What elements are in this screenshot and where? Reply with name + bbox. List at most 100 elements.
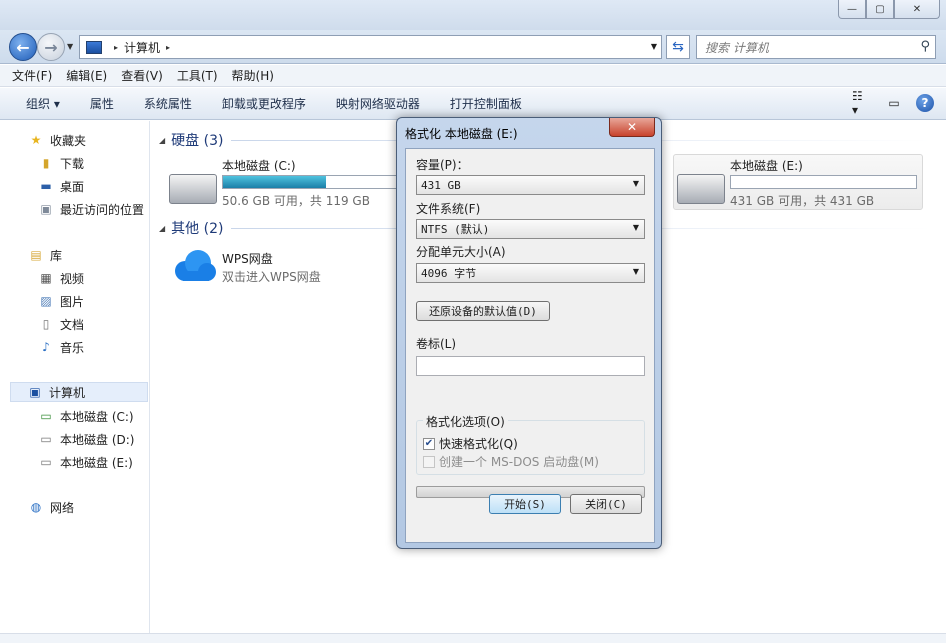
start-button[interactable]: 开始(S): [489, 494, 561, 514]
restore-defaults-button[interactable]: 还原设备的默认值(D): [416, 301, 550, 321]
sidebar-item-favorites[interactable]: ★ 收藏夹: [28, 130, 86, 150]
sidebar-item-computer[interactable]: ▣ 计算机: [10, 382, 148, 402]
breadcrumb-computer[interactable]: 计算机: [124, 39, 160, 56]
sidebar-item-music[interactable]: ♪ 音乐: [38, 337, 84, 357]
sidebar-item-label: 本地磁盘 (E:): [60, 455, 133, 470]
refresh-button[interactable]: ⇆: [666, 35, 690, 59]
sidebar-item-label: 图片: [60, 294, 85, 309]
group-title: 其他 (2): [171, 221, 224, 237]
sidebar-item-downloads[interactable]: ▮ 下载: [38, 153, 84, 173]
drive-icon[interactable]: [677, 174, 725, 204]
menu-tools[interactable]: 工具(T): [177, 67, 218, 84]
allocation-unit-value: 4096 字节: [421, 267, 477, 280]
organize-button[interactable]: 组织 ▾: [26, 95, 60, 112]
drive-c-info: 50.6 GB 可用，共 119 GB: [222, 194, 370, 208]
quick-format-checkbox[interactable]: ✔ 快速格式化(Q): [423, 435, 518, 452]
open-control-panel-button[interactable]: 打开控制面板: [450, 95, 522, 112]
back-button[interactable]: ←: [9, 33, 37, 61]
capacity-value: 431 GB: [421, 178, 461, 192]
picture-icon: ▨: [40, 294, 52, 308]
file-system-label: 文件系统(F): [416, 202, 481, 216]
drive-e-usage-bar: [730, 175, 917, 189]
network-icon: ◍: [30, 500, 42, 514]
sidebar-item-label: 视频: [60, 271, 85, 286]
sidebar-item-libraries[interactable]: ▤ 库: [28, 245, 62, 265]
address-toolbar: ← → ▼ ▸ 计算机 ▸ ▼ ⇆ 搜索 计算机 ⚲: [0, 30, 946, 64]
minimize-button[interactable]: —: [838, 0, 866, 19]
sidebar-item-videos[interactable]: ▦ 视频: [38, 268, 84, 288]
menu-view[interactable]: 查看(V): [121, 67, 163, 84]
properties-button[interactable]: 属性: [90, 95, 114, 112]
collapse-triangle-icon[interactable]: ◢: [159, 224, 165, 233]
download-folder-icon: ▮: [42, 156, 50, 170]
system-drive-icon[interactable]: [169, 174, 217, 204]
menu-help[interactable]: 帮助(H): [232, 67, 274, 84]
drive-e-info: 431 GB 可用，共 431 GB: [730, 194, 875, 208]
sidebar-item-network[interactable]: ◍ 网络: [28, 497, 74, 517]
help-icon[interactable]: ?: [916, 94, 934, 112]
sidebar-item-desktop[interactable]: ▬ 桌面: [38, 176, 84, 196]
capacity-select[interactable]: 431 GB ▼: [416, 175, 645, 195]
recent-pages-dropdown[interactable]: ▼: [67, 42, 73, 51]
menu-edit[interactable]: 编辑(E): [66, 67, 107, 84]
computer-icon: ▣: [29, 385, 41, 399]
sidebar-item-drive-c[interactable]: ▭ 本地磁盘 (C:): [38, 406, 133, 426]
sidebar-item-documents[interactable]: ▯ 文档: [38, 314, 84, 334]
checkbox-icon[interactable]: [423, 455, 435, 468]
dialog-close-button[interactable]: ✕: [609, 118, 655, 137]
dialog-close-action-button[interactable]: 关闭(C): [570, 494, 642, 514]
address-history-dropdown[interactable]: ▼: [651, 42, 657, 51]
sidebar-item-label: 库: [50, 248, 63, 263]
status-bar: [0, 633, 946, 643]
search-input[interactable]: 搜索 计算机 ⚲: [696, 35, 936, 59]
group-header-hard-disks[interactable]: ◢ 硬盘 (3): [159, 130, 223, 150]
music-icon: ♪: [42, 340, 50, 354]
wps-description: 双击进入WPS网盘: [222, 270, 321, 284]
sidebar-item-label: 计算机: [49, 385, 86, 400]
allocation-unit-select[interactable]: 4096 字节 ▼: [416, 263, 645, 283]
command-bar: 组织 ▾ 属性 系统属性 卸载或更改程序 映射网络驱动器 打开控制面板 ☷ ▾ …: [0, 88, 946, 120]
allocation-unit-label: 分配单元大小(A): [416, 245, 506, 259]
msdos-startup-checkbox[interactable]: 创建一个 MS-DOS 启动盘(M): [423, 453, 599, 470]
drive-icon: ▭: [40, 432, 52, 446]
breadcrumb-separator[interactable]: ▸: [166, 43, 170, 52]
library-icon: ▤: [30, 248, 42, 262]
sidebar-item-recent[interactable]: ▣ 最近访问的位置: [38, 199, 144, 219]
sidebar-item-pictures[interactable]: ▨ 图片: [38, 291, 84, 311]
map-network-drive-button[interactable]: 映射网络驱动器: [336, 95, 420, 112]
system-properties-button[interactable]: 系统属性: [144, 95, 192, 112]
drive-e-name[interactable]: 本地磁盘 (E:): [730, 157, 803, 174]
search-icon[interactable]: ⚲: [920, 39, 930, 54]
close-window-button[interactable]: ✕: [894, 0, 940, 19]
msdos-label: 创建一个 MS-DOS 启动盘(M): [439, 455, 599, 469]
sidebar-item-label: 桌面: [60, 179, 85, 194]
maximize-button[interactable]: ▢: [866, 0, 894, 19]
uninstall-program-button[interactable]: 卸载或更改程序: [222, 95, 306, 112]
preview-pane-icon[interactable]: ▭: [884, 94, 904, 112]
drive-icon: ▭: [40, 455, 52, 469]
computer-icon: [86, 40, 102, 54]
sidebar-item-drive-e[interactable]: ▭ 本地磁盘 (E:): [38, 452, 133, 472]
forward-button[interactable]: →: [37, 33, 65, 61]
sidebar-item-drive-d[interactable]: ▭ 本地磁盘 (D:): [38, 429, 134, 449]
wps-name[interactable]: WPS网盘: [222, 250, 273, 267]
format-dialog: 格式化 本地磁盘 (E:) ✕ 容量(P)： 431 GB ▼ 文件系统(F) …: [396, 117, 662, 549]
chevron-down-icon: ▼: [632, 267, 639, 276]
sidebar-item-label: 音乐: [60, 340, 85, 355]
address-field[interactable]: ▸ 计算机 ▸ ▼: [79, 35, 662, 59]
drive-c-name[interactable]: 本地磁盘 (C:): [222, 157, 296, 174]
collapse-triangle-icon[interactable]: ◢: [159, 136, 165, 145]
search-placeholder: 搜索 计算机: [705, 40, 769, 55]
quick-format-label: 快速格式化(Q): [439, 437, 518, 451]
document-icon: ▯: [42, 317, 50, 331]
breadcrumb-separator[interactable]: ▸: [114, 43, 118, 52]
checkbox-icon[interactable]: ✔: [423, 437, 435, 450]
sidebar-item-label: 下载: [60, 156, 85, 171]
system-drive-icon: ▭: [40, 409, 52, 423]
volume-label-input[interactable]: [416, 356, 645, 376]
view-options-icon[interactable]: ☷ ▾: [852, 89, 872, 117]
wps-cloud-icon[interactable]: [171, 249, 217, 283]
menu-file[interactable]: 文件(F): [12, 67, 52, 84]
group-header-other[interactable]: ◢ 其他 (2): [159, 218, 223, 238]
file-system-select[interactable]: NTFS (默认) ▼: [416, 219, 645, 239]
